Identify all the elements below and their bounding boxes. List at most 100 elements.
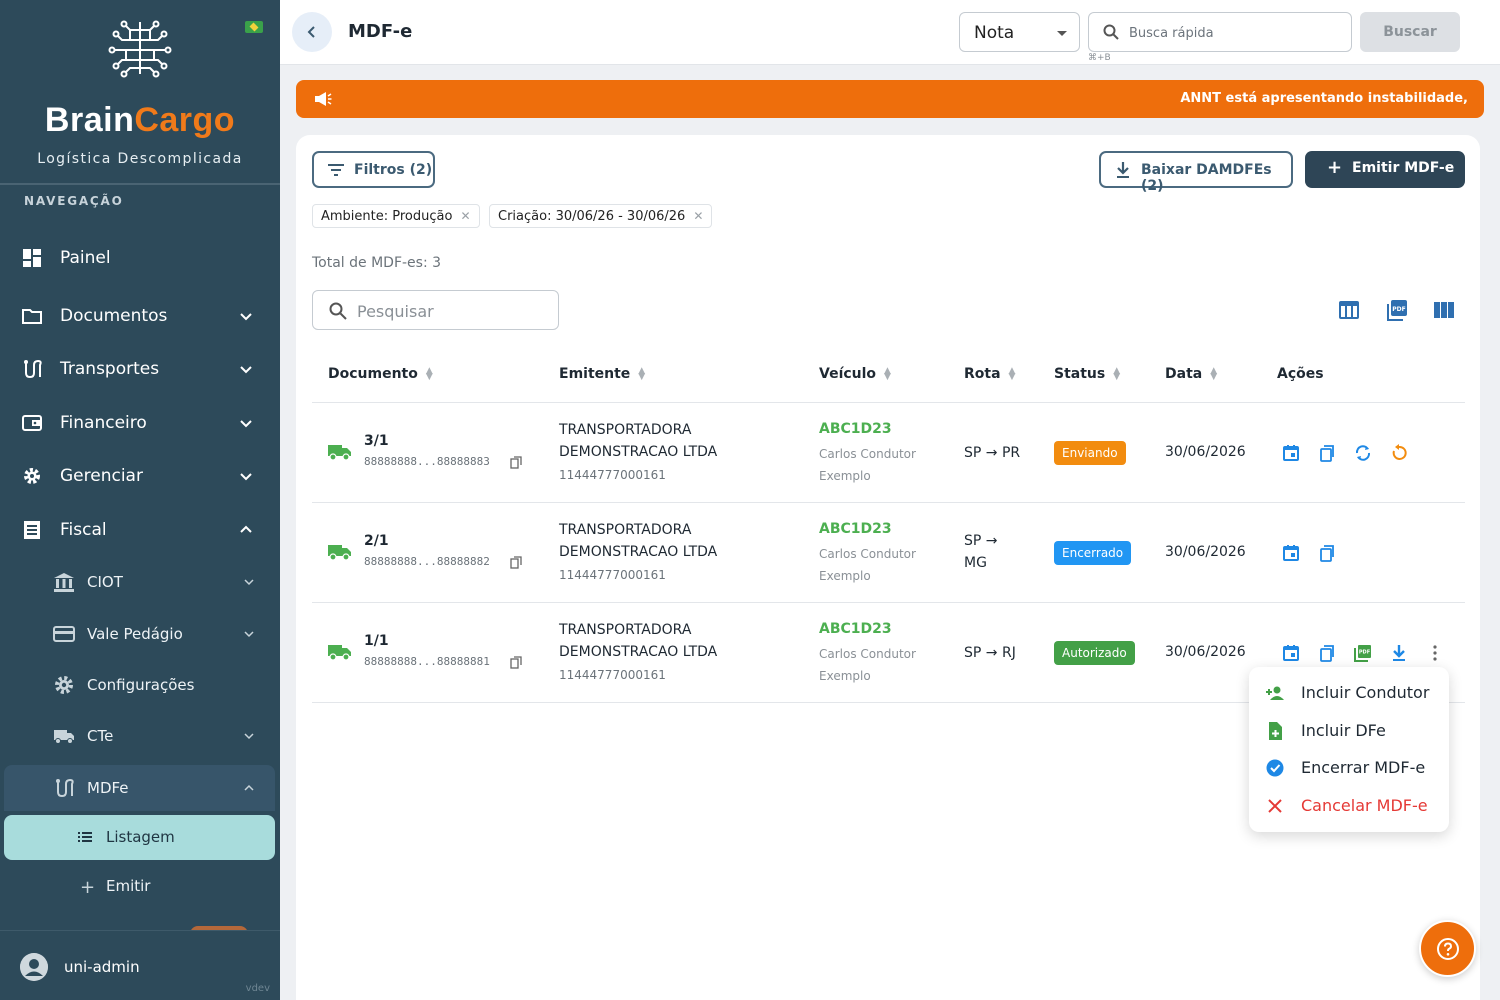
back-button[interactable] [292, 12, 332, 52]
copy-icon[interactable] [1317, 543, 1337, 563]
search-button[interactable]: Buscar [1360, 12, 1460, 52]
filter-chip-ambiente[interactable]: Ambiente: Produção ✕ [312, 204, 480, 228]
vehicle-plate[interactable]: ABC1D23 [819, 521, 892, 537]
document-number: 2/1 [364, 533, 389, 549]
banner-text: ANNT está apresentando instabilidade, [1180, 91, 1468, 106]
sidebar-item-transportes[interactable]: Transportes [0, 344, 280, 394]
restore-icon[interactable] [1389, 443, 1409, 463]
sidebar-subitem-ciot[interactable]: CIOT [0, 559, 280, 605]
truck-icon [328, 445, 351, 461]
filter-chip-criacao[interactable]: Criação: 30/06/26 - 30/06/26 ✕ [489, 204, 713, 228]
menu-item-encerrar-mdfe[interactable]: Encerrar MDF-e [1249, 749, 1449, 787]
header-label: Status [1054, 366, 1106, 382]
sidebar-item-label: Gerenciar [60, 466, 143, 486]
route: SP → RJ [964, 645, 1016, 661]
close-icon[interactable]: ✕ [460, 209, 470, 223]
sidebar-item-fiscal[interactable]: Fiscal [0, 505, 280, 555]
quick-search-input[interactable] [1129, 22, 1339, 44]
calendar-icon[interactable] [1281, 543, 1301, 563]
card-icon [53, 626, 75, 642]
copy-icon[interactable] [510, 456, 522, 469]
sidebar-item-gerenciar[interactable]: Gerenciar [0, 451, 280, 501]
column-header-documento[interactable]: Documento ▲ ▼ [328, 366, 433, 382]
column-header-status[interactable]: Status ▲ ▼ [1054, 366, 1120, 382]
sidebar-subitem-vale-pedagio[interactable]: Vale Pedágio [0, 611, 280, 657]
sidebar-subitem-label: Configurações [87, 676, 195, 694]
table-view-icon[interactable] [1338, 299, 1360, 321]
user-bar[interactable]: uni-admin vdev [0, 930, 280, 1000]
document-key: 88888888...88888881 [364, 655, 490, 668]
sidebar-item-documentos[interactable]: Documentos [0, 291, 280, 341]
table-search-input[interactable] [357, 300, 547, 322]
sidebar-item-financeiro[interactable]: Financeiro [0, 398, 280, 448]
column-header-veiculo[interactable]: Veículo ▲ ▼ [819, 366, 891, 382]
sidebar-item-painel[interactable]: Painel [0, 233, 280, 283]
person-add-icon [1266, 686, 1284, 700]
copy-icon[interactable] [1317, 443, 1337, 463]
menu-item-cancelar-mdfe[interactable]: Cancelar MDF-e [1249, 787, 1449, 825]
brand-tagline: Logística Descomplicada [37, 151, 243, 167]
sidebar-subitem-configuracoes[interactable]: Configurações [0, 662, 280, 708]
vehicle-plate[interactable]: ABC1D23 [819, 421, 892, 437]
pdf-export-icon[interactable]: PDF [1386, 299, 1408, 321]
sidebar-subitem-label: Vale Pedágio [87, 625, 183, 643]
quick-search[interactable] [1088, 12, 1352, 52]
emit-mdfe-button[interactable]: + Emitir MDF-e [1305, 151, 1465, 188]
calendar-icon[interactable] [1281, 643, 1301, 663]
sort-icon: ▲ ▼ [884, 366, 891, 382]
bank-icon [54, 573, 74, 592]
pdf-icon[interactable]: PDF [1353, 643, 1373, 663]
user-name: uni-admin [64, 958, 140, 976]
alert-banner: ANNT está apresentando instabilidade, [296, 80, 1484, 118]
document-number: 1/1 [364, 633, 389, 649]
table-row[interactable]: 3/1 88888888...88888883 TRANSPORTADORA D… [312, 403, 1465, 503]
sort-icon: ▲ ▼ [638, 366, 646, 382]
avatar-icon [20, 953, 48, 981]
menu-item-label: Incluir Condutor [1301, 683, 1430, 702]
vehicle-plate[interactable]: ABC1D23 [819, 621, 892, 637]
shortcut-hint: ⌘+B [1088, 53, 1111, 63]
brand-part-1: Brain [44, 101, 135, 139]
search-icon [1103, 24, 1119, 40]
content-card: Filtros (2) Baixar DAMDFEs (2) + Emitir … [296, 135, 1480, 1000]
download-damdfes-button[interactable]: Baixar DAMDFEs (2) [1099, 151, 1293, 194]
folder-icon [22, 309, 42, 324]
menu-item-incluir-dfe[interactable]: Incluir DFe [1249, 712, 1449, 750]
table-row[interactable]: 2/1 88888888...88888882 TRANSPORTADORA D… [312, 503, 1465, 603]
filters-label: Filtros (2) [354, 162, 433, 178]
help-button[interactable] [1419, 920, 1476, 977]
download-icon[interactable] [1389, 643, 1409, 663]
close-icon[interactable]: ✕ [693, 209, 703, 223]
document-number: 3/1 [364, 433, 389, 449]
copy-icon[interactable] [510, 556, 522, 569]
copy-icon[interactable] [1317, 643, 1337, 663]
document-key: 88888888...88888883 [364, 455, 490, 468]
sidebar-subitem-mdfe[interactable]: MDFe [0, 765, 280, 811]
column-header-emitente[interactable]: Emitente ▲ ▼ [559, 366, 645, 382]
sort-icon: ▲ ▼ [1008, 366, 1016, 382]
route: SP → PR [964, 445, 1021, 461]
table-search[interactable] [312, 290, 559, 330]
filters-button[interactable]: Filtros (2) [312, 151, 435, 188]
route: SP → MG [964, 533, 998, 571]
page-title: MDF-e [348, 21, 413, 42]
calendar-icon[interactable] [1281, 443, 1301, 463]
sidebar-subitem-cte[interactable]: CTe [0, 713, 280, 759]
sidebar-subitem-emitir[interactable]: + Emitir [4, 866, 275, 906]
sidebar-subitem-listagem[interactable]: Listagem [4, 815, 275, 860]
columns-icon[interactable] [1433, 299, 1455, 321]
column-header-rota[interactable]: Rota ▲ ▼ [964, 366, 1015, 382]
sort-icon: ▲ ▼ [1113, 366, 1121, 382]
sync-icon[interactable] [1353, 443, 1373, 463]
copy-icon[interactable] [510, 656, 522, 669]
column-header-data[interactable]: Data ▲ ▼ [1165, 366, 1217, 382]
sort-icon: ▲ ▼ [425, 366, 433, 382]
emit-label: Emitir MDF-e [1352, 160, 1455, 176]
more-vertical-icon[interactable] [1425, 643, 1445, 663]
chip-label: Criação: 30/06/26 - 30/06/26 [498, 208, 686, 224]
gear-icon [24, 468, 40, 484]
document-type-select[interactable]: Nota [959, 12, 1080, 52]
menu-item-incluir-condutor[interactable]: Incluir Condutor [1249, 674, 1449, 712]
document-key: 88888888...88888882 [364, 555, 490, 568]
brazil-flag-icon[interactable] [245, 21, 263, 33]
